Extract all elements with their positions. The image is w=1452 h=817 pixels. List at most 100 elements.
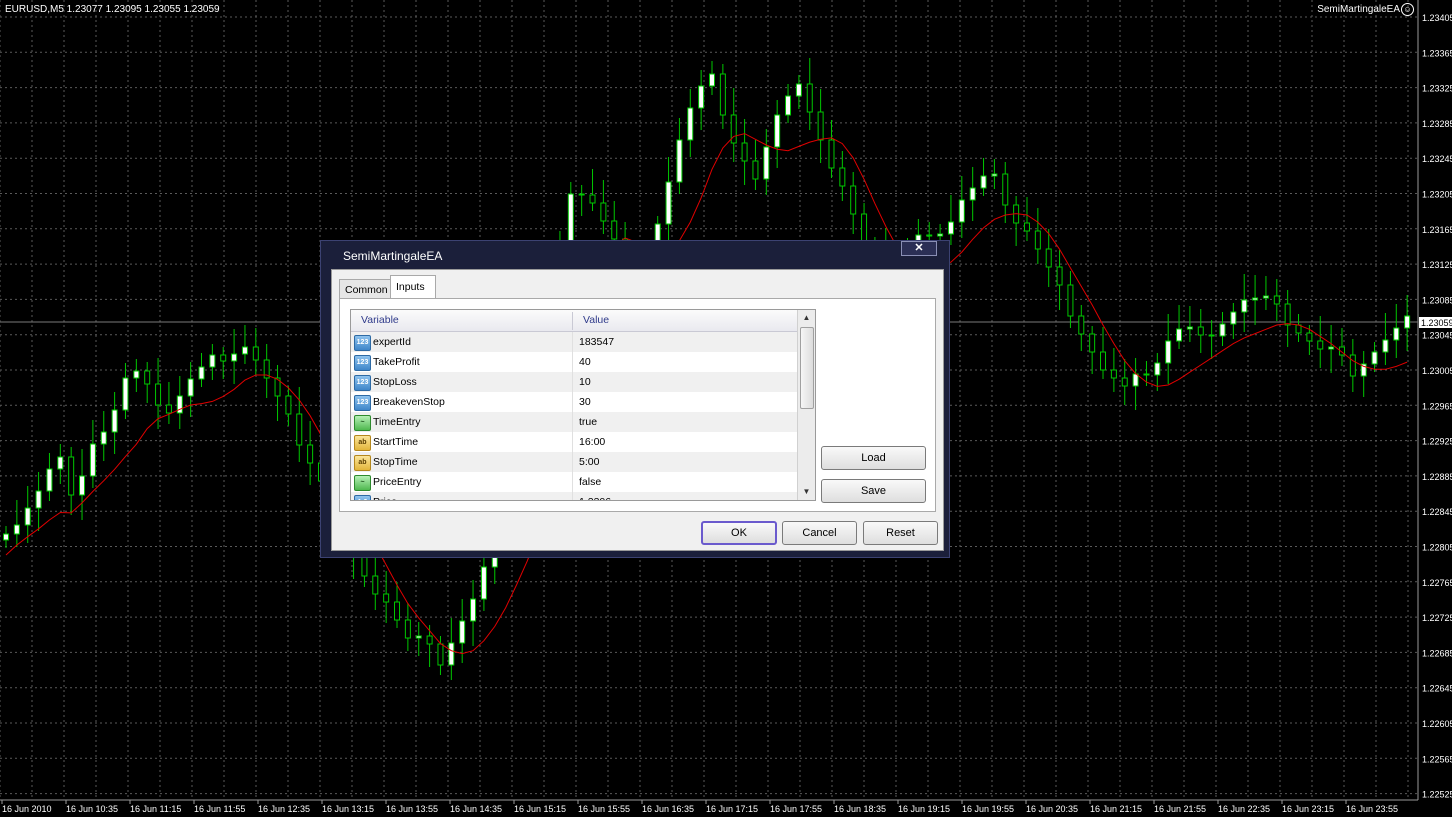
candle-body — [1328, 346, 1335, 350]
candle-body — [785, 95, 792, 116]
column-header-variable[interactable]: Variable — [361, 310, 399, 331]
candle-body — [187, 378, 194, 397]
candle-body — [676, 139, 683, 183]
time-tick-label: 16 Jun 14:35 — [450, 804, 502, 814]
time-tick-label: 16 Jun 20:35 — [1026, 804, 1078, 814]
integer-type-icon: 123 — [354, 395, 371, 411]
candle-body — [383, 593, 390, 603]
price-tick-label: 1.22805 — [1422, 543, 1452, 553]
reset-button[interactable]: Reset — [863, 521, 938, 545]
variable-value[interactable]: 1.2306 — [579, 492, 611, 500]
candle-body — [1110, 369, 1117, 379]
input-row-priceentry[interactable]: ~ PriceEntry false — [351, 472, 797, 492]
candle-body — [958, 199, 965, 223]
integer-type-icon: 123 — [354, 375, 371, 391]
column-header-value[interactable]: Value — [583, 310, 609, 331]
price-tick-label: 1.23165 — [1422, 225, 1452, 235]
candle-body — [155, 383, 162, 406]
input-row-breakevenstop[interactable]: 123 BreakevenStop 30 — [351, 392, 797, 412]
variable-value[interactable]: 16:00 — [579, 432, 605, 452]
price-tick-label: 1.23285 — [1422, 119, 1452, 129]
price-tick-label: 1.23245 — [1422, 154, 1452, 164]
candle-body — [774, 114, 781, 148]
scroll-down-icon[interactable]: ▼ — [798, 484, 815, 500]
candle-body — [806, 83, 813, 113]
candle-body — [1241, 299, 1248, 313]
ea-status-icon[interactable]: ☺ — [1401, 3, 1414, 16]
variable-value[interactable]: 183547 — [579, 332, 614, 352]
candle-body — [1273, 295, 1280, 305]
ok-button[interactable]: OK — [701, 521, 777, 545]
grid-scrollbar[interactable]: ▲ ▼ — [797, 310, 815, 500]
close-icon[interactable]: ✕ — [901, 241, 937, 256]
integer-type-icon: 1.2 — [354, 495, 371, 500]
time-tick-label: 16 Jun 17:55 — [770, 804, 822, 814]
scroll-up-icon[interactable]: ▲ — [798, 310, 815, 326]
time-tick-label: 16 Jun 16:35 — [642, 804, 694, 814]
candle-body — [1165, 340, 1172, 364]
price-tick-label: 1.23045 — [1422, 331, 1452, 341]
column-divider[interactable] — [572, 312, 573, 330]
input-row-takeprofit[interactable]: 123 TakeProfit 40 — [351, 352, 797, 372]
candle-body — [1284, 303, 1291, 326]
load-button[interactable]: Load — [821, 446, 926, 470]
candle-body — [111, 409, 118, 433]
candle-body — [980, 175, 987, 189]
candle-body — [1230, 311, 1237, 325]
time-tick-label: 16 Jun 2010 — [2, 804, 52, 814]
variable-name: StopTime — [373, 456, 418, 468]
candle-body — [947, 221, 954, 235]
cancel-button[interactable]: Cancel — [782, 521, 857, 545]
candle-body — [220, 354, 227, 362]
candle-body — [937, 233, 944, 237]
candle-body — [719, 73, 726, 116]
candle-body — [372, 575, 379, 595]
tab-common[interactable]: Common — [339, 279, 394, 300]
price-tick-label: 1.23325 — [1422, 84, 1452, 94]
input-row-timeentry[interactable]: ~ TimeEntry true — [351, 412, 797, 432]
cell-divider — [572, 472, 573, 492]
cell-divider — [572, 332, 573, 352]
scroll-thumb[interactable] — [800, 327, 814, 409]
input-row-stoptime[interactable]: ab StopTime 5:00 — [351, 452, 797, 472]
variable-name: TakeProfit — [373, 356, 420, 368]
input-row-expertid[interactable]: 123 expertId 183547 — [351, 332, 797, 352]
variable-value[interactable]: false — [579, 472, 601, 492]
string-type-icon: ab — [354, 455, 371, 471]
boolean-type-icon: ~ — [354, 475, 371, 491]
candle-body — [470, 598, 477, 622]
candle-body — [828, 139, 835, 169]
price-tick-label: 1.23085 — [1422, 295, 1452, 305]
price-tick-label: 1.23405 — [1422, 13, 1452, 23]
inputs-grid[interactable]: Variable Value 123 expertId 183547 123 TakeP… — [350, 309, 816, 501]
candle-body — [404, 619, 411, 639]
candle-body — [1143, 373, 1150, 376]
time-tick-label: 16 Jun 22:35 — [1218, 804, 1270, 814]
save-button[interactable]: Save — [821, 479, 926, 503]
variable-name: StopLoss — [373, 376, 417, 388]
input-row-starttime[interactable]: ab StartTime 16:00 — [351, 432, 797, 452]
integer-type-icon: 123 — [354, 355, 371, 371]
variable-value[interactable]: 10 — [579, 372, 591, 392]
candle-body — [1404, 315, 1411, 329]
candle-body — [133, 370, 140, 379]
candle-body — [665, 181, 672, 225]
candle-body — [1186, 326, 1193, 330]
candle-body — [1349, 354, 1356, 377]
candle-body — [1100, 351, 1107, 371]
cell-divider — [572, 492, 573, 500]
candle-body — [307, 444, 314, 464]
input-row-stoploss[interactable]: 123 StopLoss 10 — [351, 372, 797, 392]
time-tick-label: 16 Jun 15:15 — [514, 804, 566, 814]
time-tick-label: 16 Jun 11:15 — [130, 804, 181, 814]
variable-value[interactable]: true — [579, 412, 597, 432]
input-row-price[interactable]: 1.2Price 1.2306 — [351, 492, 797, 500]
candle-body — [285, 395, 292, 415]
variable-value[interactable]: 40 — [579, 352, 591, 372]
price-tick-label: 1.22565 — [1422, 754, 1452, 764]
variable-value[interactable]: 30 — [579, 392, 591, 412]
candle-body — [296, 413, 303, 446]
ea-name-label: SemiMartingaleEA — [1317, 4, 1400, 15]
symbol-header: EURUSD,M5 1.23077 1.23095 1.23055 1.2305… — [5, 4, 220, 15]
variable-value[interactable]: 5:00 — [579, 452, 599, 472]
